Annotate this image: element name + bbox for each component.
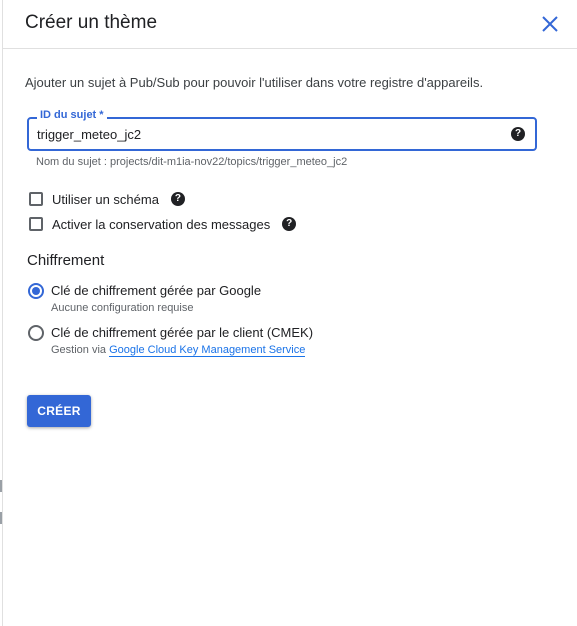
retain-messages-checkbox[interactable]	[29, 217, 43, 231]
topic-id-field[interactable]: ID du sujet * ?	[27, 109, 537, 151]
customer-managed-key-radio[interactable]	[28, 325, 44, 341]
use-schema-option[interactable]: Utiliser un schéma ?	[29, 190, 185, 208]
dialog-description: Ajouter un sujet à Pub/Sub pour pouvoir …	[25, 75, 484, 90]
dialog-title: Créer un thème	[25, 12, 158, 33]
help-icon[interactable]: ?	[511, 127, 525, 141]
topic-name-hint: Nom du sujet : projects/dit-m1ia-nov22/t…	[36, 156, 348, 168]
retain-messages-option[interactable]: Activer la conservation des messages ?	[29, 215, 297, 233]
use-schema-checkbox[interactable]	[29, 192, 43, 206]
topic-id-input[interactable]	[37, 124, 497, 144]
retain-messages-label[interactable]: Activer la conservation des messages	[52, 217, 270, 232]
topic-id-label: ID du sujet *	[37, 109, 107, 121]
customer-managed-key-label[interactable]: Clé de chiffrement gérée par le client (…	[51, 325, 313, 340]
create-button[interactable]: CRÉER	[27, 395, 91, 427]
create-topic-dialog: Créer un thème Ajouter un sujet à Pub/Su…	[2, 0, 577, 626]
customer-managed-key-sub: Gestion via Google Cloud Key Management …	[51, 344, 306, 357]
customer-managed-key-sub-prefix: Gestion via	[51, 344, 107, 356]
help-icon[interactable]: ?	[170, 192, 185, 206]
dialog-header: Créer un thème	[3, 0, 577, 49]
google-managed-key-label[interactable]: Clé de chiffrement gérée par Google	[51, 283, 261, 298]
kms-link[interactable]: Google Cloud Key Management Service	[109, 344, 306, 357]
google-managed-key-radio[interactable]	[28, 283, 44, 299]
close-icon[interactable]	[540, 14, 560, 34]
use-schema-label[interactable]: Utiliser un schéma	[52, 192, 159, 207]
encryption-section-title: Chiffrement	[27, 252, 105, 269]
google-managed-key-sub: Aucune configuration requise	[51, 302, 194, 314]
help-icon[interactable]: ?	[282, 217, 297, 231]
